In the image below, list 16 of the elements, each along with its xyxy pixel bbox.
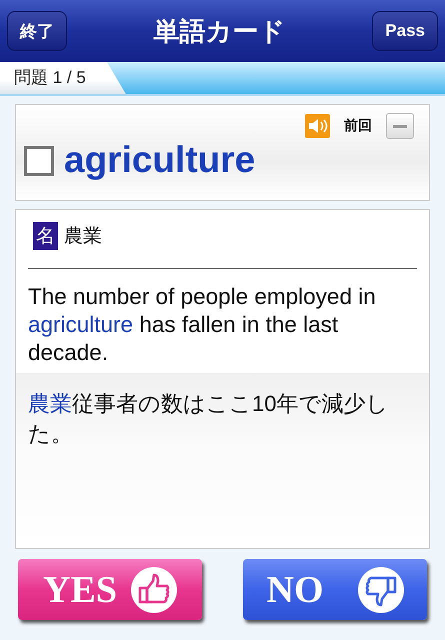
word-meaning: 農業 bbox=[64, 225, 102, 249]
thumbs-down-icon bbox=[358, 566, 404, 612]
previous-label: 前回 bbox=[344, 117, 372, 135]
speaker-icon[interactable] bbox=[305, 114, 330, 138]
example-sentence: The number of people employed in agriculture has fallen in the last decade. bbox=[27, 283, 377, 367]
quit-button[interactable]: 終了 bbox=[7, 11, 67, 51]
question-counter: 問題 1 / 5 bbox=[0, 62, 126, 94]
pass-button[interactable]: Pass bbox=[372, 11, 438, 51]
part-of-speech-tag: 名 bbox=[33, 222, 58, 250]
yes-button[interactable]: YES bbox=[18, 559, 202, 620]
collapse-button[interactable] bbox=[386, 113, 414, 139]
no-button[interactable]: NO bbox=[243, 559, 427, 620]
screen-title: 単語カード bbox=[154, 14, 286, 48]
checkbox[interactable] bbox=[24, 146, 54, 176]
vocabulary-word: agriculture bbox=[64, 138, 256, 180]
thumbs-up-icon bbox=[130, 566, 177, 612]
